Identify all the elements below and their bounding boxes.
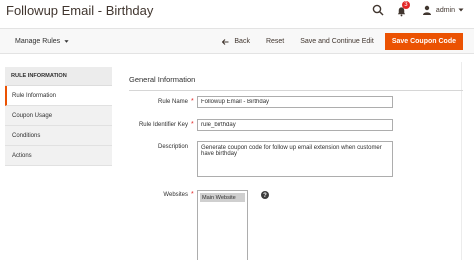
- sidebar-item-coupon-usage[interactable]: Coupon Usage: [5, 106, 112, 126]
- notification-count-badge: 3: [401, 1, 410, 9]
- rule-name-input[interactable]: [197, 96, 393, 108]
- header-actions: 3 admin: [372, 1, 464, 17]
- sidebar-item-conditions[interactable]: Conditions: [5, 126, 112, 146]
- help-icon[interactable]: ?: [261, 191, 269, 199]
- websites-label: Websites: [163, 192, 188, 198]
- caret-down-icon: [64, 40, 69, 43]
- caret-down-icon: [458, 8, 464, 12]
- manage-rules-dropdown[interactable]: Manage Rules: [15, 38, 69, 45]
- description-textarea[interactable]: Generate coupon code for follow up email…: [197, 141, 393, 177]
- main-form: General Information Rule Name * Rule Ide…: [129, 75, 463, 260]
- sidebar-item-actions[interactable]: Actions: [5, 146, 112, 166]
- user-name: admin: [435, 6, 455, 14]
- content-divider: [461, 62, 462, 260]
- sidebar-heading: RULE INFORMATION: [5, 67, 112, 86]
- description-label: Description: [157, 144, 188, 150]
- rule-identifier-label: Rule Identifier Key: [138, 122, 188, 128]
- user-menu[interactable]: admin: [422, 5, 464, 15]
- required-marker: *: [191, 191, 194, 198]
- manage-rules-label: Manage Rules: [15, 38, 61, 45]
- page-header: Followup Email - Birthday 3 admin: [0, 0, 474, 26]
- required-marker: *: [191, 98, 194, 105]
- back-arrow-icon: [222, 38, 229, 45]
- notifications-button[interactable]: 3: [396, 1, 410, 17]
- save-and-continue-button[interactable]: Save and Continue Edit: [292, 33, 382, 50]
- rule-name-label: Rule Name: [157, 99, 188, 105]
- back-label: Back: [234, 38, 250, 45]
- back-button[interactable]: Back: [214, 33, 258, 50]
- save-coupon-code-button[interactable]: Save Coupon Code: [384, 33, 463, 50]
- reset-button[interactable]: Reset: [258, 33, 292, 50]
- page-title: Followup Email - Birthday: [6, 3, 154, 18]
- websites-multiselect[interactable]: Main Website: [197, 190, 248, 260]
- action-buttons: Back Reset Save and Continue Edit Save C…: [214, 33, 463, 50]
- rule-identifier-input[interactable]: [197, 119, 393, 131]
- svg-text:?: ?: [263, 193, 267, 199]
- search-icon[interactable]: [372, 4, 384, 16]
- required-marker: *: [191, 121, 194, 128]
- section-title: General Information: [129, 75, 463, 91]
- user-icon: [422, 5, 431, 15]
- website-option[interactable]: Main Website: [200, 193, 245, 202]
- action-bar: Manage Rules Back Reset Save and Continu…: [0, 28, 474, 54]
- sidebar-item-rule-information[interactable]: Rule Information: [5, 86, 112, 106]
- sidebar: RULE INFORMATION Rule Information Coupon…: [5, 67, 112, 166]
